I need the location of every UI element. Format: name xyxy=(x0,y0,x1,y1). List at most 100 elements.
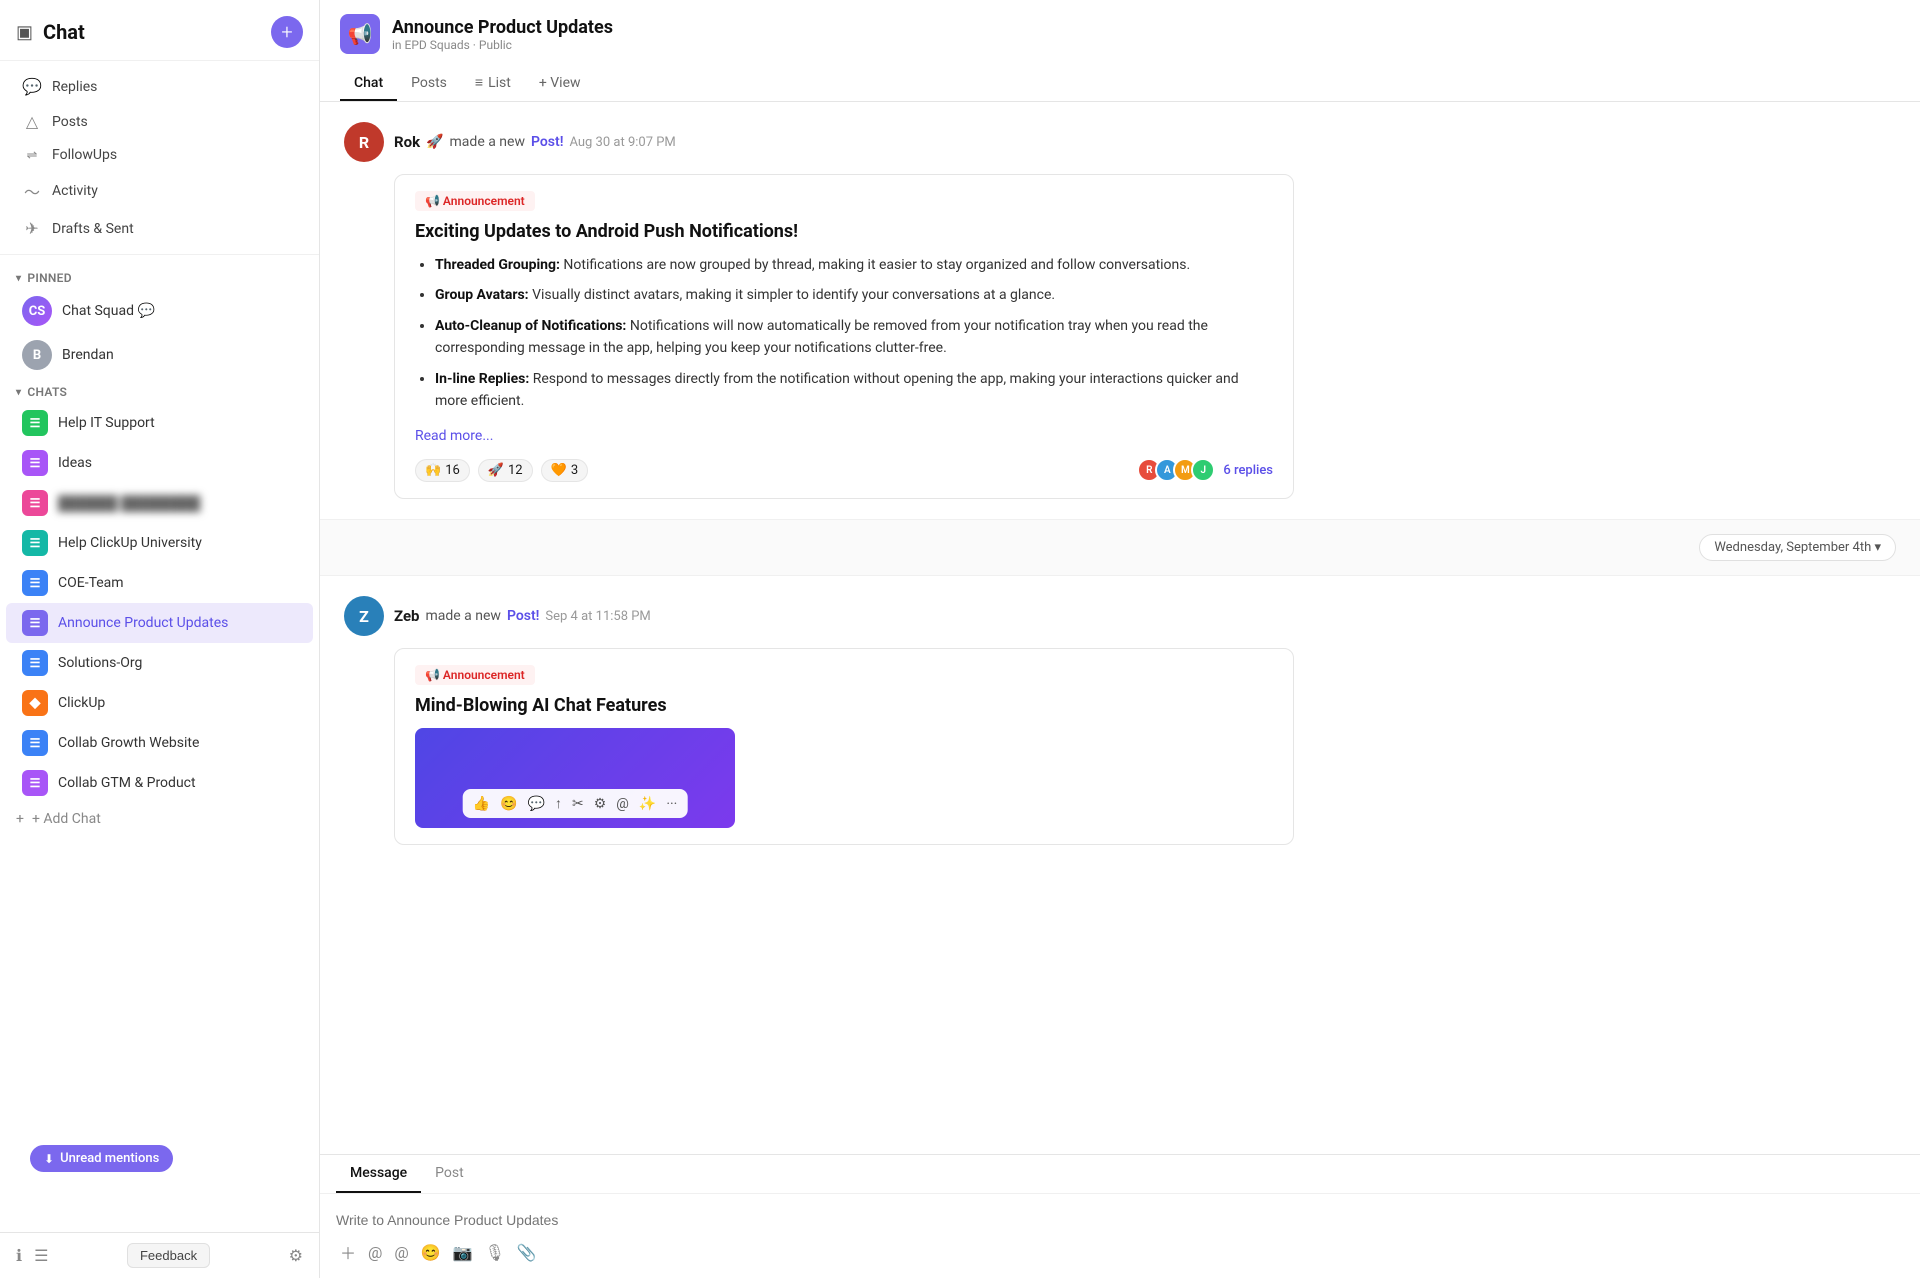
toolbar-comment-icon[interactable]: 💬 xyxy=(528,796,545,812)
post-image-toolbar: 👍 😊 💬 ↑ ✂ ⚙ @ ✨ ··· xyxy=(463,789,688,818)
sidebar-item-coe-team[interactable]: ☰ COE-Team xyxy=(6,563,313,603)
input-tab-message[interactable]: Message xyxy=(336,1155,421,1193)
read-more-link-1[interactable]: Read more... xyxy=(415,428,493,444)
message-input[interactable] xyxy=(336,1206,1904,1234)
sidebar-item-clickup[interactable]: ◆ ClickUp xyxy=(6,683,313,723)
chats-chevron: ▾ xyxy=(16,387,21,398)
toolbar-settings-icon[interactable]: ⚙ xyxy=(594,796,607,812)
sidebar-item-replies[interactable]: 💬 Replies xyxy=(6,69,313,104)
sidebar-footer: ℹ ☰ Feedback ⚙ xyxy=(0,1232,319,1278)
input-mic-icon[interactable]: 🎙 xyxy=(485,1243,505,1262)
input-mention-icon[interactable]: @ xyxy=(394,1243,408,1262)
settings-icon[interactable]: ⚙ xyxy=(289,1246,303,1265)
sidebar-item-collab-gtm[interactable]: ☰ Collab GTM & Product xyxy=(6,763,313,803)
channel-info: 📢 Announce Product Updates in EPD Squads… xyxy=(340,14,1900,54)
sidebar-item-blurred[interactable]: ☰ ██████ ████████ xyxy=(6,483,313,523)
sidebar-section: ▾ Pinned CS Chat Squad 💬 B Brendan ▾ Cha… xyxy=(0,255,319,1232)
toolbar-like-icon[interactable]: 👍 xyxy=(473,796,490,812)
reaction-1[interactable]: 🙌 16 xyxy=(415,459,470,482)
tab-view[interactable]: + View xyxy=(525,67,595,101)
list-item-4: In-line Replies: Respond to messages dir… xyxy=(435,368,1273,413)
sidebar-item-collab-growth[interactable]: ☰ Collab Growth Website xyxy=(6,723,313,763)
sidebar-item-help-it[interactable]: ☰ Help IT Support xyxy=(6,403,313,443)
list-icon[interactable]: ☰ xyxy=(34,1246,48,1265)
announcement-tag-2: 📢 Announcement xyxy=(415,665,535,685)
channel-icon: 📢 xyxy=(340,14,380,54)
sender-name-2: Zeb xyxy=(394,607,420,625)
tab-chat-label: Chat xyxy=(354,75,383,91)
sidebar-item-label: FollowUps xyxy=(52,147,117,163)
sidebar-item-drafts[interactable]: ✈ Drafts & Sent xyxy=(6,211,313,246)
replies-count-1[interactable]: 6 replies xyxy=(1223,463,1273,478)
reaction-3[interactable]: 🧡 3 xyxy=(541,459,589,482)
channel-subtitle: in EPD Squads · Public xyxy=(392,38,613,52)
drafts-icon: ✈ xyxy=(22,219,42,238)
ideas-avatar: ☰ xyxy=(22,450,48,476)
channel-name: Announce Product Updates xyxy=(392,17,613,38)
sidebar-item-help-clickup[interactable]: ☰ Help ClickUp University xyxy=(6,523,313,563)
list-item-3: Auto-Cleanup of Notifications: Notificat… xyxy=(435,315,1273,360)
input-tabs: Message Post xyxy=(320,1155,1920,1194)
collab-gtm-label: Collab GTM & Product xyxy=(58,775,297,791)
date-pill[interactable]: Wednesday, September 4th ▾ xyxy=(1699,534,1896,561)
info-icon[interactable]: ℹ xyxy=(16,1246,22,1265)
reactions-1: 🙌 16 🚀 12 🧡 3 xyxy=(415,459,588,482)
posts-icon: △ xyxy=(22,112,42,131)
input-at-icon[interactable]: @ xyxy=(368,1243,382,1262)
brendan-label: Brendan xyxy=(62,347,297,363)
sidebar-item-activity[interactable]: 〜 Activity xyxy=(6,171,313,211)
tab-list-label: List xyxy=(488,75,511,91)
main-content: 📢 Announce Product Updates in EPD Squads… xyxy=(320,0,1920,1278)
input-tab-post[interactable]: Post xyxy=(421,1155,478,1193)
unread-mentions-button[interactable]: ⬇ Unread mentions xyxy=(30,1145,173,1172)
input-attach-icon[interactable]: 📎 xyxy=(517,1243,537,1262)
reaction-2[interactable]: 🚀 12 xyxy=(478,459,533,482)
message-meta-2: Z Zeb made a new Post! Sep 4 at 11:58 PM xyxy=(344,596,1896,636)
sidebar-menu-icon[interactable]: ▣ xyxy=(16,22,33,43)
input-box: ＋ @ @ 😊 📷 🎙 📎 xyxy=(320,1194,1920,1278)
sidebar-item-followups[interactable]: ⇌ FollowUps xyxy=(6,139,313,171)
announcement-title-1: Exciting Updates to Android Push Notific… xyxy=(415,221,1273,242)
announcement-tag-text-2: 📢 Announcement xyxy=(425,668,525,682)
sidebar-item-announce[interactable]: ☰ Announce Product Updates xyxy=(6,603,313,643)
channel-details: Announce Product Updates in EPD Squads ·… xyxy=(392,17,613,52)
sidebar-item-posts[interactable]: △ Posts xyxy=(6,104,313,139)
toolbar-emoji-icon[interactable]: 😊 xyxy=(500,796,517,812)
coe-team-avatar: ☰ xyxy=(22,570,48,596)
sidebar-item-brendan[interactable]: B Brendan xyxy=(6,333,313,377)
chats-section-header[interactable]: ▾ Chats xyxy=(0,377,319,403)
reaction-count-2: 12 xyxy=(508,463,523,478)
message-group-1: R Rok 🚀 made a new Post! Aug 30 at 9:07 … xyxy=(320,102,1920,520)
toolbar-at-icon[interactable]: @ xyxy=(616,796,629,812)
list-icon: ≡ xyxy=(475,74,483,91)
announce-label: Announce Product Updates xyxy=(58,615,297,631)
toolbar-share-icon[interactable]: ↑ xyxy=(555,795,562,812)
toolbar-cut-icon[interactable]: ✂ xyxy=(572,796,584,812)
sidebar-item-chat-squad[interactable]: CS Chat Squad 💬 xyxy=(6,289,313,333)
add-chat-button[interactable]: + xyxy=(271,16,303,48)
solutions-org-label: Solutions-Org xyxy=(58,655,297,671)
chats-label: Chats xyxy=(27,385,67,399)
input-emoji-icon[interactable]: 😊 xyxy=(421,1243,441,1262)
sidebar-item-ideas[interactable]: ☰ Ideas xyxy=(6,443,313,483)
sender-name-1: Rok xyxy=(394,133,420,151)
toolbar-more-icon[interactable]: ··· xyxy=(666,796,677,812)
tab-list[interactable]: ≡ List xyxy=(461,66,525,101)
pinned-section-header[interactable]: ▾ Pinned xyxy=(0,263,319,289)
feedback-button[interactable]: Feedback xyxy=(127,1243,210,1268)
input-plus-icon[interactable]: ＋ xyxy=(340,1240,356,1264)
add-chat-link[interactable]: + + Add Chat xyxy=(0,803,319,835)
toolbar-sparkle-icon[interactable]: ✨ xyxy=(639,796,656,812)
tab-chat[interactable]: Chat xyxy=(340,67,397,101)
help-clickup-avatar: ☰ xyxy=(22,530,48,556)
tab-posts[interactable]: Posts xyxy=(397,67,461,101)
sidebar-item-solutions-org[interactable]: ☰ Solutions-Org xyxy=(6,643,313,683)
chat-squad-avatar: CS xyxy=(22,296,52,326)
input-video-icon[interactable]: 📷 xyxy=(453,1243,473,1262)
announcement-card-1: 📢 Announcement Exciting Updates to Andro… xyxy=(394,174,1294,499)
coe-team-label: COE-Team xyxy=(58,575,297,591)
replies-section-1: R A M J 6 replies xyxy=(1137,458,1273,482)
announcement-list-1: Threaded Grouping: Notifications are now… xyxy=(415,254,1273,412)
reaction-emoji-2: 🚀 xyxy=(488,463,504,478)
reactions-row-1: 🙌 16 🚀 12 🧡 3 xyxy=(415,444,1273,482)
